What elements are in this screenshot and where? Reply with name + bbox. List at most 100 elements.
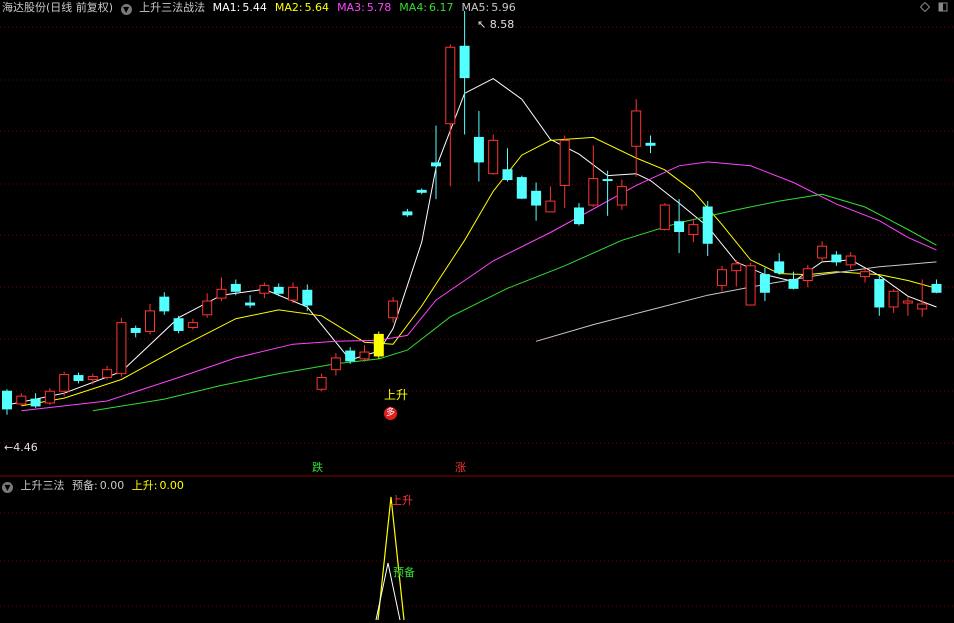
candle[interactable] <box>874 275 885 316</box>
candle-body <box>345 350 356 362</box>
candle-body <box>173 318 184 331</box>
candle[interactable] <box>845 252 856 269</box>
candle[interactable] <box>288 282 298 304</box>
ma-line-ma3 <box>21 161 937 412</box>
high-price-label: ↖ 8.58 <box>477 19 514 31</box>
candle[interactable] <box>330 353 341 376</box>
candle[interactable] <box>87 373 98 385</box>
candle-body <box>802 268 813 281</box>
candle-body <box>16 395 27 405</box>
candle[interactable] <box>116 317 127 377</box>
candle[interactable] <box>359 345 370 362</box>
candle[interactable] <box>416 188 427 195</box>
low-price-value: 4.46 <box>13 441 38 454</box>
candle[interactable] <box>2 389 12 415</box>
candle[interactable] <box>888 289 899 313</box>
candle-body <box>116 322 127 375</box>
candle[interactable] <box>473 110 484 182</box>
candle-body <box>302 289 313 306</box>
kline-chart[interactable] <box>0 0 954 623</box>
candle[interactable] <box>631 99 642 177</box>
candle[interactable] <box>731 259 742 287</box>
candle-body <box>359 351 370 360</box>
candle[interactable] <box>717 265 727 292</box>
candle[interactable] <box>616 179 627 210</box>
candle[interactable] <box>102 365 113 380</box>
candle[interactable] <box>559 135 570 208</box>
candle[interactable] <box>187 318 198 330</box>
candle-body <box>831 254 842 263</box>
candle[interactable] <box>459 11 470 135</box>
candle-body <box>688 224 699 235</box>
candle[interactable] <box>588 145 599 207</box>
candle-body <box>416 189 427 193</box>
candle[interactable] <box>902 297 913 316</box>
candle[interactable] <box>44 388 55 405</box>
candle[interactable] <box>659 203 670 231</box>
candle-body <box>273 286 284 294</box>
candle[interactable] <box>860 268 870 283</box>
candle-body <box>259 284 270 294</box>
candle-body <box>659 204 670 231</box>
candle[interactable] <box>402 208 413 217</box>
candle[interactable] <box>145 304 155 335</box>
candle[interactable] <box>931 279 942 294</box>
candle[interactable] <box>702 201 713 256</box>
candle[interactable] <box>316 373 327 392</box>
candle-body <box>860 271 870 278</box>
candle-body <box>788 279 799 289</box>
candle[interactable] <box>302 284 313 311</box>
candle[interactable] <box>245 295 256 308</box>
candle[interactable] <box>259 282 270 299</box>
candle-body <box>30 398 41 407</box>
candle-body <box>516 177 527 199</box>
candle-body <box>645 142 656 146</box>
candle[interactable] <box>516 175 527 200</box>
low-price-arrow-icon: ← <box>4 441 14 454</box>
candle[interactable] <box>173 315 184 334</box>
candle-body <box>202 300 213 316</box>
candle-body <box>373 333 384 357</box>
candle[interactable] <box>545 186 556 213</box>
candle[interactable] <box>16 393 27 406</box>
candle-body <box>73 375 84 381</box>
candle-body <box>759 274 770 293</box>
candle[interactable] <box>73 372 84 384</box>
signal-up-label: 上升 <box>384 388 409 402</box>
sub-ready-label: 预备 <box>393 566 415 579</box>
candle-body <box>574 207 584 225</box>
candle-body <box>87 376 98 380</box>
candle[interactable] <box>817 241 828 261</box>
candle[interactable] <box>345 347 356 364</box>
candle[interactable] <box>502 148 513 182</box>
candle[interactable] <box>130 325 141 338</box>
candle-body <box>316 377 327 390</box>
candle-body <box>774 261 785 274</box>
candle-body <box>402 211 413 216</box>
candle[interactable] <box>802 264 813 288</box>
candle-body <box>888 290 899 308</box>
candle[interactable] <box>674 199 685 254</box>
candle[interactable] <box>30 393 41 408</box>
candle[interactable] <box>645 135 656 154</box>
candle[interactable] <box>688 218 699 243</box>
candle[interactable] <box>445 44 456 187</box>
candle-body <box>631 110 642 147</box>
candle[interactable] <box>159 292 170 315</box>
candle-body <box>717 269 727 286</box>
candle[interactable] <box>602 170 613 216</box>
candle[interactable] <box>745 262 756 306</box>
candle-body <box>488 139 499 175</box>
candle[interactable] <box>831 251 842 266</box>
sub-rise-label: 上升 <box>391 494 413 507</box>
candle[interactable] <box>431 125 441 200</box>
candle[interactable] <box>216 277 227 302</box>
candle[interactable] <box>202 293 213 318</box>
candle[interactable] <box>574 203 584 226</box>
signal-duo-badge: 多 <box>384 407 397 420</box>
candle[interactable] <box>373 331 384 359</box>
candle-body <box>917 303 928 310</box>
candle[interactable] <box>774 253 785 275</box>
candle[interactable] <box>488 134 499 175</box>
candle[interactable] <box>531 182 542 221</box>
